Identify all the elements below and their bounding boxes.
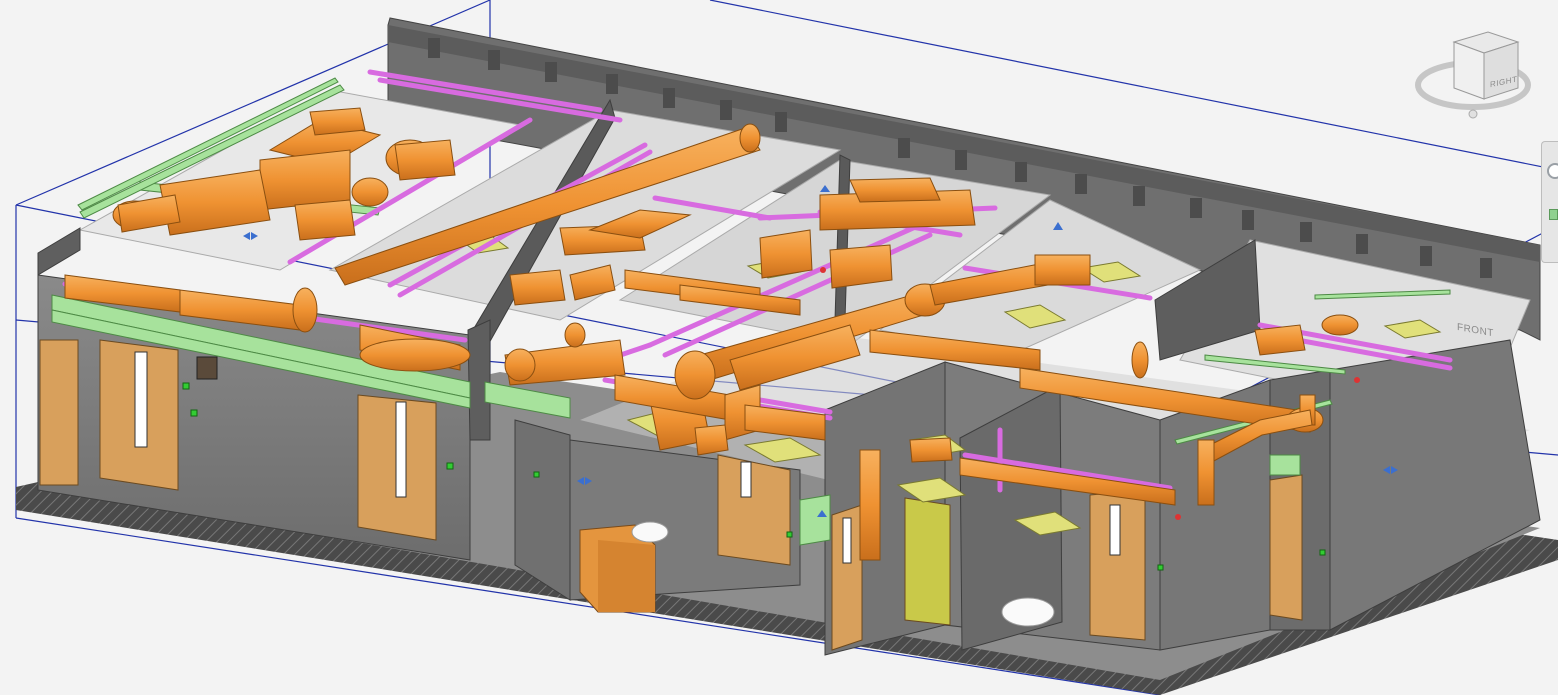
steering-wheel-icon[interactable]: [1547, 163, 1558, 179]
3d-model-viewport[interactable]: FRONT RIGHT: [0, 0, 1558, 695]
zoom-icon[interactable]: [1549, 209, 1558, 220]
building-model-scene[interactable]: FRONT RIGHT: [0, 0, 1558, 695]
viewcube-south-marker[interactable]: [1468, 109, 1478, 119]
navigation-bar-tab[interactable]: [1541, 141, 1558, 263]
door[interactable]: [39, 339, 79, 486]
